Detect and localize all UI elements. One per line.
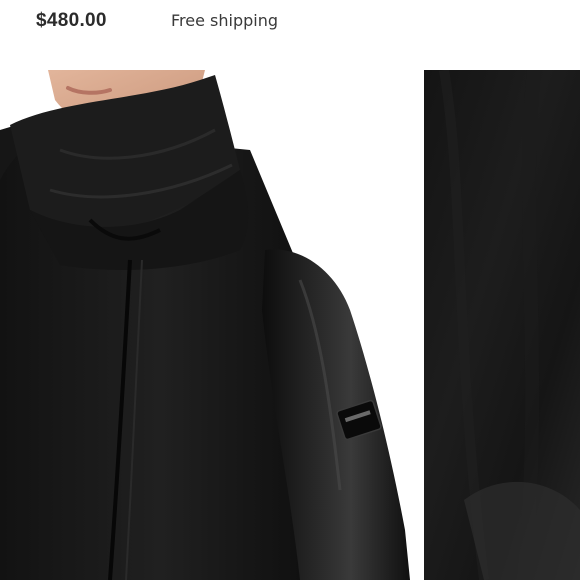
coat-illustration (0, 70, 410, 580)
fabric-swatch[interactable] (424, 70, 580, 580)
listing-header: $480.00 Free shipping (0, 0, 580, 44)
price-label: $480.00 (36, 10, 107, 31)
fabric-closeup (424, 70, 580, 580)
product-photo[interactable] (0, 70, 412, 580)
shipping-label: Free shipping (171, 11, 279, 30)
